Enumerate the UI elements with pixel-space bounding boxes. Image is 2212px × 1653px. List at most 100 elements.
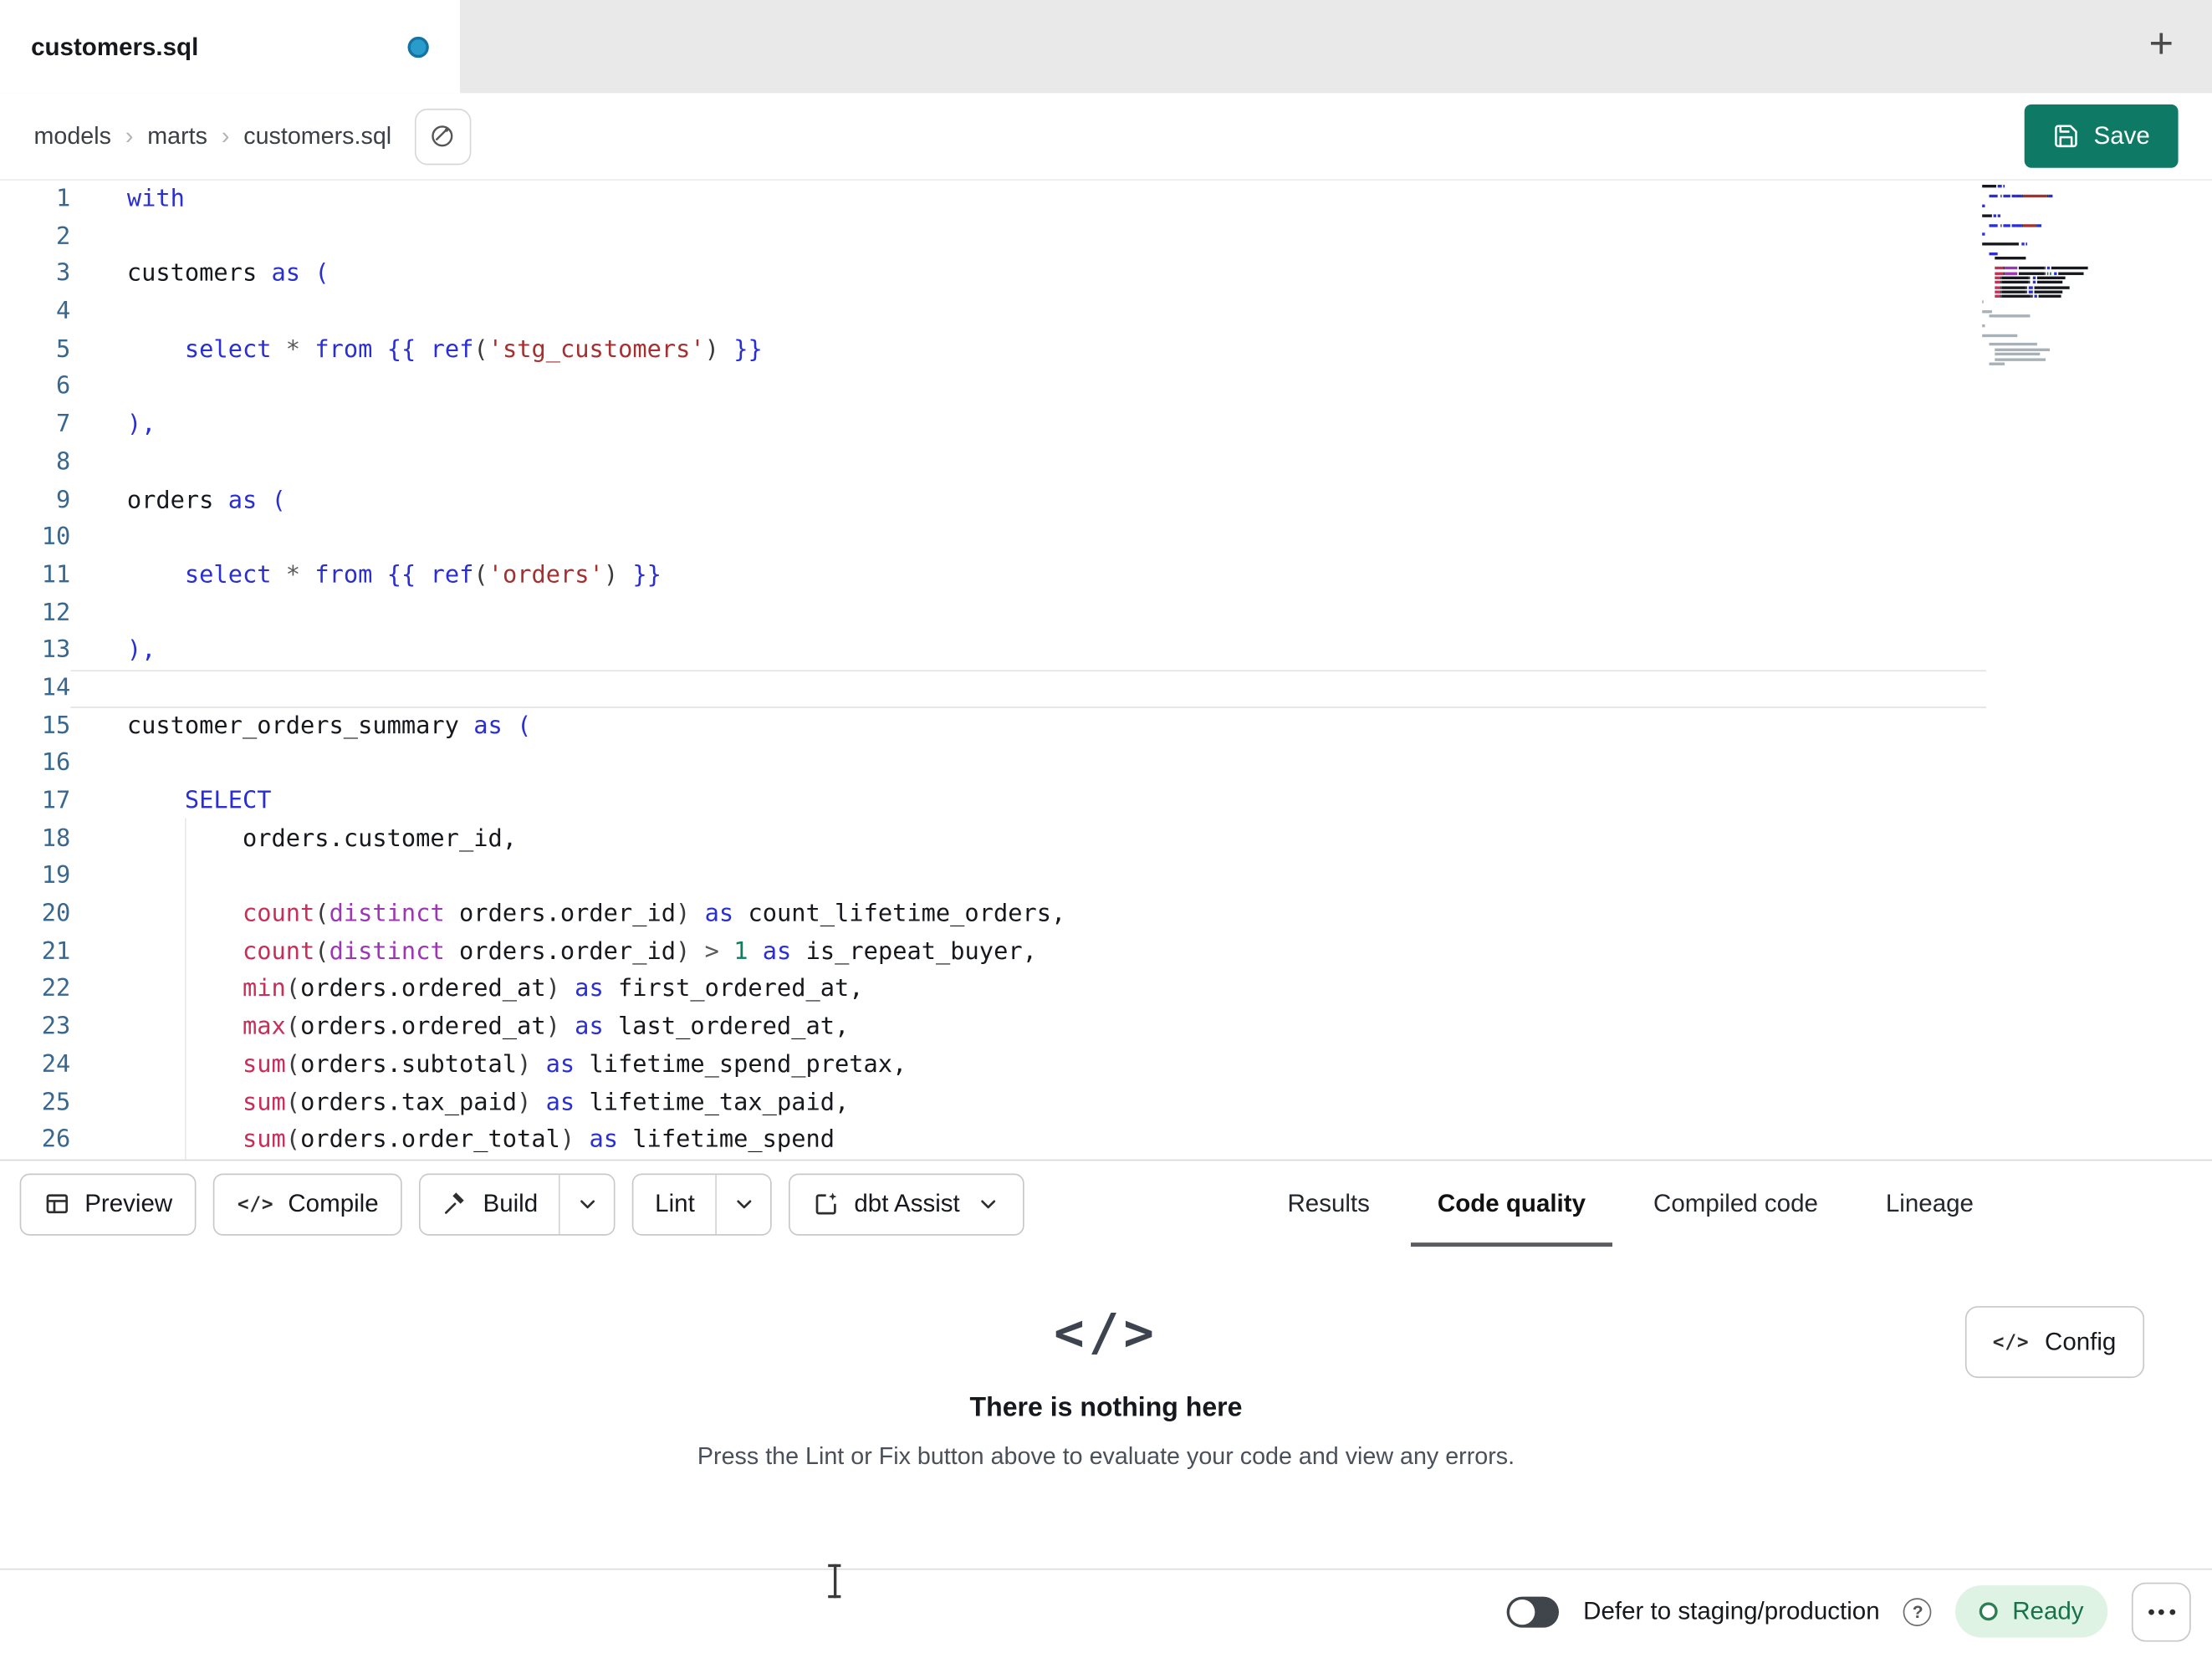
- code-line-25[interactable]: 25 sum(orders.tax_paid) as lifetime_tax_…: [0, 1084, 2212, 1121]
- file-tab-customers-sql[interactable]: customers.sql: [0, 0, 460, 94]
- code-line-14[interactable]: 14: [0, 670, 2212, 707]
- dbt-assist-button[interactable]: dbt Assist: [789, 1172, 1025, 1235]
- build-dropdown-button[interactable]: [560, 1174, 615, 1234]
- results-tab-results[interactable]: Results: [1260, 1161, 1397, 1247]
- breadcrumb-item[interactable]: models: [33, 122, 110, 151]
- code-token: ref: [430, 561, 474, 589]
- code-line-7[interactable]: 7),: [0, 406, 2212, 444]
- help-icon[interactable]: ?: [1903, 1597, 1933, 1626]
- code-line-10[interactable]: 10: [0, 519, 2212, 557]
- code-token: (: [473, 335, 488, 364]
- editor-tab-bar: customers.sql +: [0, 0, 2212, 94]
- breadcrumb-separator-icon: ›: [221, 121, 230, 149]
- code-line-6[interactable]: 6: [0, 369, 2212, 406]
- code-token: as: [575, 1013, 604, 1042]
- code-token: SELECT: [184, 787, 272, 816]
- code-token: sum: [242, 1088, 286, 1117]
- code-line-20[interactable]: 20 count(distinct orders.order_id) as co…: [0, 895, 2212, 933]
- code-token: (: [517, 712, 532, 740]
- code-token: max: [242, 1013, 286, 1042]
- code-line-17[interactable]: 17 SELECT: [0, 783, 2212, 820]
- code-line-15[interactable]: 15 customer_orders_summary as (: [0, 707, 2212, 745]
- code-token: (: [285, 1050, 301, 1079]
- code-quality-panel: </> There is nothing here Press the Lint…: [0, 1247, 2212, 1569]
- file-tab-title: customers.sql: [31, 31, 199, 60]
- code-text: sum(orders.tax_paid) as lifetime_tax_pai…: [70, 1084, 1986, 1121]
- code-line-13[interactable]: 13),: [0, 632, 2212, 670]
- unsaved-changes-dot-icon: [407, 36, 429, 58]
- code-token: last_ordered_at,: [618, 1013, 850, 1042]
- lint-button[interactable]: Lint: [633, 1174, 717, 1234]
- status-badge-ready[interactable]: Ready: [1955, 1585, 2108, 1638]
- results-tab-list: Results Code quality Compiled code Lineage: [1260, 1161, 2212, 1247]
- code-line-4[interactable]: 4: [0, 293, 2212, 331]
- code-line-16[interactable]: 16: [0, 745, 2212, 783]
- build-button[interactable]: Build: [421, 1174, 559, 1234]
- lint-button-label: Lint: [655, 1189, 695, 1217]
- code-token: (: [285, 1013, 301, 1042]
- code-token: as: [545, 1088, 575, 1117]
- code-line-23[interactable]: 23 max(orders.ordered_at) as last_ordere…: [0, 1008, 2212, 1046]
- results-tab-lineage[interactable]: Lineage: [1859, 1161, 2000, 1247]
- code-token: orders.tax_paid: [300, 1088, 518, 1117]
- new-tab-button[interactable]: +: [2130, 14, 2192, 76]
- code-line-18[interactable]: 18 orders.customer_id,: [0, 820, 2212, 858]
- code-token: (: [473, 561, 488, 589]
- code-editor[interactable]: 1 with 2 3 customers as (4 5 select * from {{…: [0, 180, 2212, 1160]
- code-token: ): [676, 937, 691, 967]
- code-token: lifetime_tax_paid,: [589, 1088, 850, 1117]
- line-number: 10: [41, 523, 71, 552]
- line-number: 26: [41, 1125, 71, 1155]
- code-text: min(orders.ordered_at) as first_ordered_…: [70, 971, 1986, 1008]
- line-number: 7: [56, 411, 71, 439]
- empty-state-subtitle: Press the Lint or Fix button above to ev…: [697, 1442, 1515, 1470]
- lint-dropdown-button[interactable]: [717, 1174, 771, 1234]
- code-line-21[interactable]: 21 count(distinct orders.order_id) > 1 a…: [0, 933, 2212, 971]
- line-number: 25: [41, 1088, 71, 1117]
- line-number: 18: [41, 824, 71, 854]
- code-token: count: [242, 900, 315, 929]
- line-number: 8: [56, 448, 71, 477]
- preview-button[interactable]: Preview: [19, 1172, 197, 1235]
- code-line-24[interactable]: 24 sum(orders.subtotal) as lifetime_spen…: [0, 1046, 2212, 1084]
- code-token: ),: [126, 411, 156, 439]
- preview-button-label: Preview: [84, 1189, 173, 1217]
- code-line-9[interactable]: 9 orders as (: [0, 482, 2212, 519]
- file-context-icon-button[interactable]: [414, 108, 471, 165]
- defer-toggle[interactable]: [1507, 1595, 1560, 1627]
- results-tab-code-quality[interactable]: Code quality: [1411, 1161, 1612, 1247]
- code-line-5[interactable]: 5 select * from {{ ref('stg_customers') …: [0, 331, 2212, 369]
- build-button-label: Build: [483, 1189, 539, 1217]
- save-floppy-icon: [2053, 123, 2080, 150]
- code-token: as: [575, 975, 604, 1004]
- code-token: 'stg_customers': [488, 335, 705, 364]
- line-number: 14: [41, 674, 71, 702]
- line-number: 20: [41, 900, 71, 929]
- breadcrumb-item[interactable]: customers.sql: [243, 122, 391, 151]
- code-lines: 1 with 2 3 customers as (4 5 select * from {{…: [0, 181, 2212, 1159]
- save-button[interactable]: Save: [2024, 104, 2179, 168]
- code-line-11[interactable]: 11 select * from {{ ref('orders') }}: [0, 557, 2212, 594]
- code-line-8[interactable]: 8: [0, 444, 2212, 482]
- more-options-button[interactable]: [2131, 1581, 2191, 1641]
- code-line-26[interactable]: 26 sum(orders.order_total) as lifetime_s…: [0, 1121, 2212, 1159]
- config-button[interactable]: </> Config: [1964, 1306, 2145, 1379]
- minimap[interactable]: [1982, 181, 2112, 366]
- code-line-22[interactable]: 22 min(orders.ordered_at) as first_order…: [0, 971, 2212, 1008]
- results-tab-compiled-code[interactable]: Compiled code: [1627, 1161, 1845, 1247]
- code-line-3[interactable]: 3 customers as (: [0, 256, 2212, 293]
- code-line-19[interactable]: 19: [0, 858, 2212, 895]
- breadcrumb-item[interactable]: marts: [147, 122, 207, 151]
- code-line-2[interactable]: 2: [0, 218, 2212, 256]
- compile-button[interactable]: </> Compile: [213, 1172, 403, 1235]
- code-line-12[interactable]: 12: [0, 594, 2212, 632]
- line-number: 5: [56, 335, 71, 364]
- code-token: customer_orders_summary: [126, 712, 459, 740]
- code-line-1[interactable]: 1 with: [0, 181, 2212, 218]
